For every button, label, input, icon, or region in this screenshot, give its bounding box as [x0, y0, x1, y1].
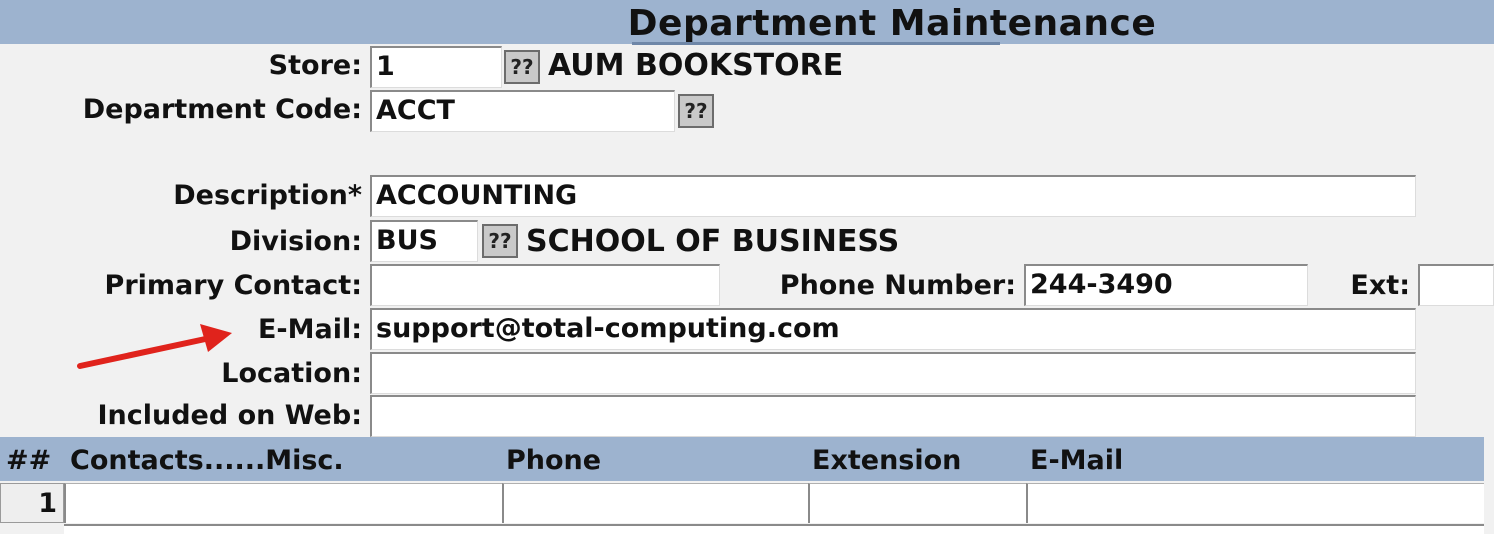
department-code-lookup-button[interactable]: ??	[678, 94, 714, 128]
email-field[interactable]: support@total-computing.com	[370, 308, 1416, 350]
description-label: Description*	[173, 180, 362, 211]
primary-contact-field[interactable]	[370, 264, 720, 306]
division-lookup-button[interactable]: ??	[482, 224, 518, 258]
contacts-grid-header: ## Contacts......Misc. Phone Extension E…	[0, 437, 1484, 481]
location-field[interactable]	[370, 352, 1416, 394]
phone-number-label: Phone Number:	[779, 270, 1016, 301]
row-email-cell[interactable]	[1026, 483, 1484, 523]
row-number: 1	[0, 483, 64, 523]
column-email-header[interactable]: E-Mail	[1030, 437, 1123, 485]
title-underline	[632, 42, 1000, 45]
column-extension-header[interactable]: Extension	[812, 437, 961, 485]
division-label: Division:	[229, 226, 362, 257]
primary-contact-label: Primary Contact:	[104, 270, 362, 301]
column-phone-header[interactable]: Phone	[506, 437, 601, 485]
included-on-web-label: Included on Web:	[97, 400, 362, 431]
store-lookup-button[interactable]: ??	[504, 50, 540, 84]
included-on-web-field[interactable]	[370, 395, 1416, 437]
red-arrow-icon	[77, 324, 232, 369]
department-code-field[interactable]: ACCT	[370, 90, 675, 132]
column-contacts-header[interactable]: Contacts......Misc.	[70, 437, 344, 485]
store-description: AUM BOOKSTORE	[548, 48, 844, 83]
store-field[interactable]: 1	[370, 46, 502, 88]
division-description: SCHOOL OF BUSINESS	[526, 224, 900, 259]
row-extension-cell[interactable]	[808, 483, 1026, 523]
phone-number-field[interactable]: 244-3490	[1024, 264, 1308, 306]
division-field[interactable]: BUS	[370, 220, 478, 262]
page-title: Department Maintenance	[627, 3, 1157, 44]
description-field[interactable]: ACCOUNTING	[370, 175, 1416, 217]
store-label: Store:	[268, 50, 362, 81]
ext-label: Ext:	[1350, 270, 1410, 301]
ext-field[interactable]	[1418, 264, 1494, 306]
row-phone-cell[interactable]	[502, 483, 808, 523]
row-contact-cell[interactable]	[64, 483, 502, 523]
column-number-header: ##	[6, 445, 52, 476]
next-row[interactable]	[64, 524, 1484, 534]
department-code-label: Department Code:	[82, 94, 362, 125]
